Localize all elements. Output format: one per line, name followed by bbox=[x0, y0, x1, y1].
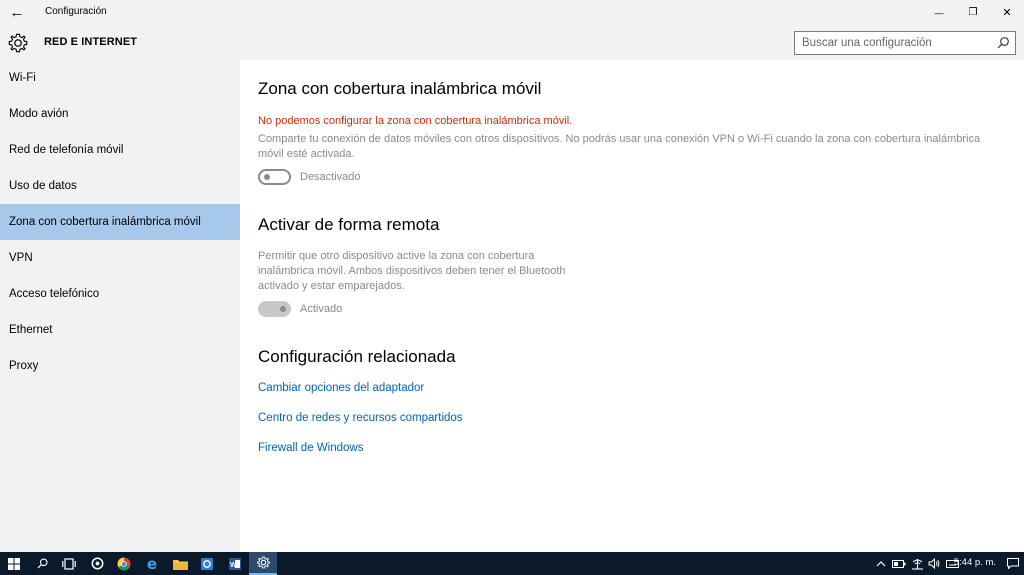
back-button[interactable]: ← bbox=[0, 0, 34, 25]
show-hidden-icons-icon[interactable] bbox=[872, 552, 890, 575]
word-icon[interactable]: W bbox=[221, 552, 249, 575]
battery-icon[interactable] bbox=[890, 552, 908, 575]
restore-button[interactable]: ❐ bbox=[956, 0, 990, 25]
task-view-icon[interactable] bbox=[55, 552, 83, 575]
search-box[interactable] bbox=[794, 31, 1016, 55]
network-icon[interactable] bbox=[908, 552, 926, 575]
related-settings-title: Configuración relacionada bbox=[258, 347, 456, 366]
sidebar-item-cellular[interactable]: Red de telefonía móvil bbox=[0, 132, 240, 168]
toggle-knob bbox=[264, 174, 270, 180]
sidebar-item-data-usage[interactable]: Uso de datos bbox=[0, 168, 240, 204]
sidebar-item-label: Wi-Fi bbox=[9, 72, 36, 84]
edge-icon[interactable]: e bbox=[138, 552, 166, 575]
svg-text:W: W bbox=[230, 562, 237, 569]
hotspot-description-line-2: móvil esté activada. bbox=[258, 148, 355, 160]
restore-icon: ❐ bbox=[968, 7, 978, 18]
hotspot-toggle-label: Desactivado bbox=[300, 171, 361, 183]
app-title: Configuración bbox=[45, 6, 107, 17]
minimize-icon: — bbox=[934, 7, 944, 18]
action-center-icon[interactable] bbox=[1002, 552, 1024, 575]
sidebar: Wi-Fi Modo avión Red de telefonía móvil … bbox=[0, 60, 240, 552]
sidebar-item-airplane-mode[interactable]: Modo avión bbox=[0, 96, 240, 132]
main-content: Zona con cobertura inalámbrica móvil No … bbox=[240, 60, 1024, 552]
hotspot-title: Zona con cobertura inalámbrica móvil bbox=[258, 79, 542, 98]
sidebar-item-dial-up[interactable]: Acceso telefónico bbox=[0, 276, 240, 312]
media-icon[interactable] bbox=[83, 552, 111, 575]
remote-activation-toggle[interactable] bbox=[258, 301, 291, 317]
sidebar-item-label: Zona con cobertura inalámbrica móvil bbox=[9, 216, 201, 228]
close-icon: ✕ bbox=[1002, 7, 1012, 19]
settings-icon[interactable] bbox=[249, 552, 277, 575]
sidebar-item-label: VPN bbox=[9, 252, 33, 264]
remote-description-line-3: activado y estar emparejados. bbox=[258, 280, 405, 292]
sidebar-item-label: Red de telefonía móvil bbox=[9, 144, 124, 156]
hotspot-description-line-1: Comparte tu conexión de datos móviles co… bbox=[258, 133, 981, 145]
back-arrow-icon: ← bbox=[9, 4, 25, 21]
sidebar-item-ethernet[interactable]: Ethernet bbox=[0, 312, 240, 348]
sidebar-item-vpn[interactable]: VPN bbox=[0, 240, 240, 276]
sidebar-item-proxy[interactable]: Proxy bbox=[0, 348, 240, 384]
search-input[interactable] bbox=[795, 32, 985, 54]
search-icon[interactable] bbox=[995, 35, 1011, 51]
chrome-icon[interactable] bbox=[110, 552, 138, 575]
title-bar: ← Configuración — ❐ ✕ bbox=[0, 0, 1024, 25]
link-windows-firewall[interactable]: Firewall de Windows bbox=[258, 442, 363, 454]
remote-toggle-label: Activado bbox=[300, 303, 343, 315]
taskbar-clock[interactable]: 5:44 p. m. bbox=[954, 557, 996, 568]
volume-icon[interactable] bbox=[926, 552, 942, 575]
minimize-button[interactable]: — bbox=[922, 0, 956, 25]
search-icon[interactable] bbox=[28, 552, 56, 575]
remote-description-line-2: inalámbrica móvil. Ambos dispositivos de… bbox=[258, 265, 566, 277]
sidebar-item-label: Proxy bbox=[9, 360, 39, 372]
windows-start-icon[interactable] bbox=[0, 552, 28, 575]
remote-activation-title: Activar de forma remota bbox=[258, 215, 440, 234]
link-adapter-options[interactable]: Cambiar opciones del adaptador bbox=[258, 382, 424, 394]
remote-description-line-1: Permitir que otro dispositivo active la … bbox=[258, 250, 535, 262]
section-title: RED E INTERNET bbox=[44, 36, 138, 48]
sidebar-item-label: Modo avión bbox=[9, 108, 69, 120]
sidebar-item-label: Ethernet bbox=[9, 324, 53, 336]
hotspot-error-message: No podemos configurar la zona con cobert… bbox=[258, 115, 573, 127]
file-explorer-icon[interactable] bbox=[166, 552, 194, 575]
sidebar-item-wifi[interactable]: Wi-Fi bbox=[0, 60, 240, 96]
store-icon[interactable] bbox=[193, 552, 221, 575]
taskbar: e W 5:44 p. m. bbox=[0, 552, 1024, 575]
gear-icon bbox=[8, 33, 28, 53]
sidebar-item-mobile-hotspot[interactable]: Zona con cobertura inalámbrica móvil bbox=[0, 204, 240, 240]
link-network-sharing-center[interactable]: Centro de redes y recursos compartidos bbox=[258, 412, 463, 424]
hotspot-toggle[interactable] bbox=[258, 169, 291, 185]
close-button[interactable]: ✕ bbox=[990, 0, 1024, 25]
toggle-knob bbox=[280, 306, 286, 312]
sidebar-item-label: Uso de datos bbox=[9, 180, 77, 192]
sidebar-item-label: Acceso telefónico bbox=[9, 288, 100, 300]
header: RED E INTERNET bbox=[0, 25, 1024, 60]
